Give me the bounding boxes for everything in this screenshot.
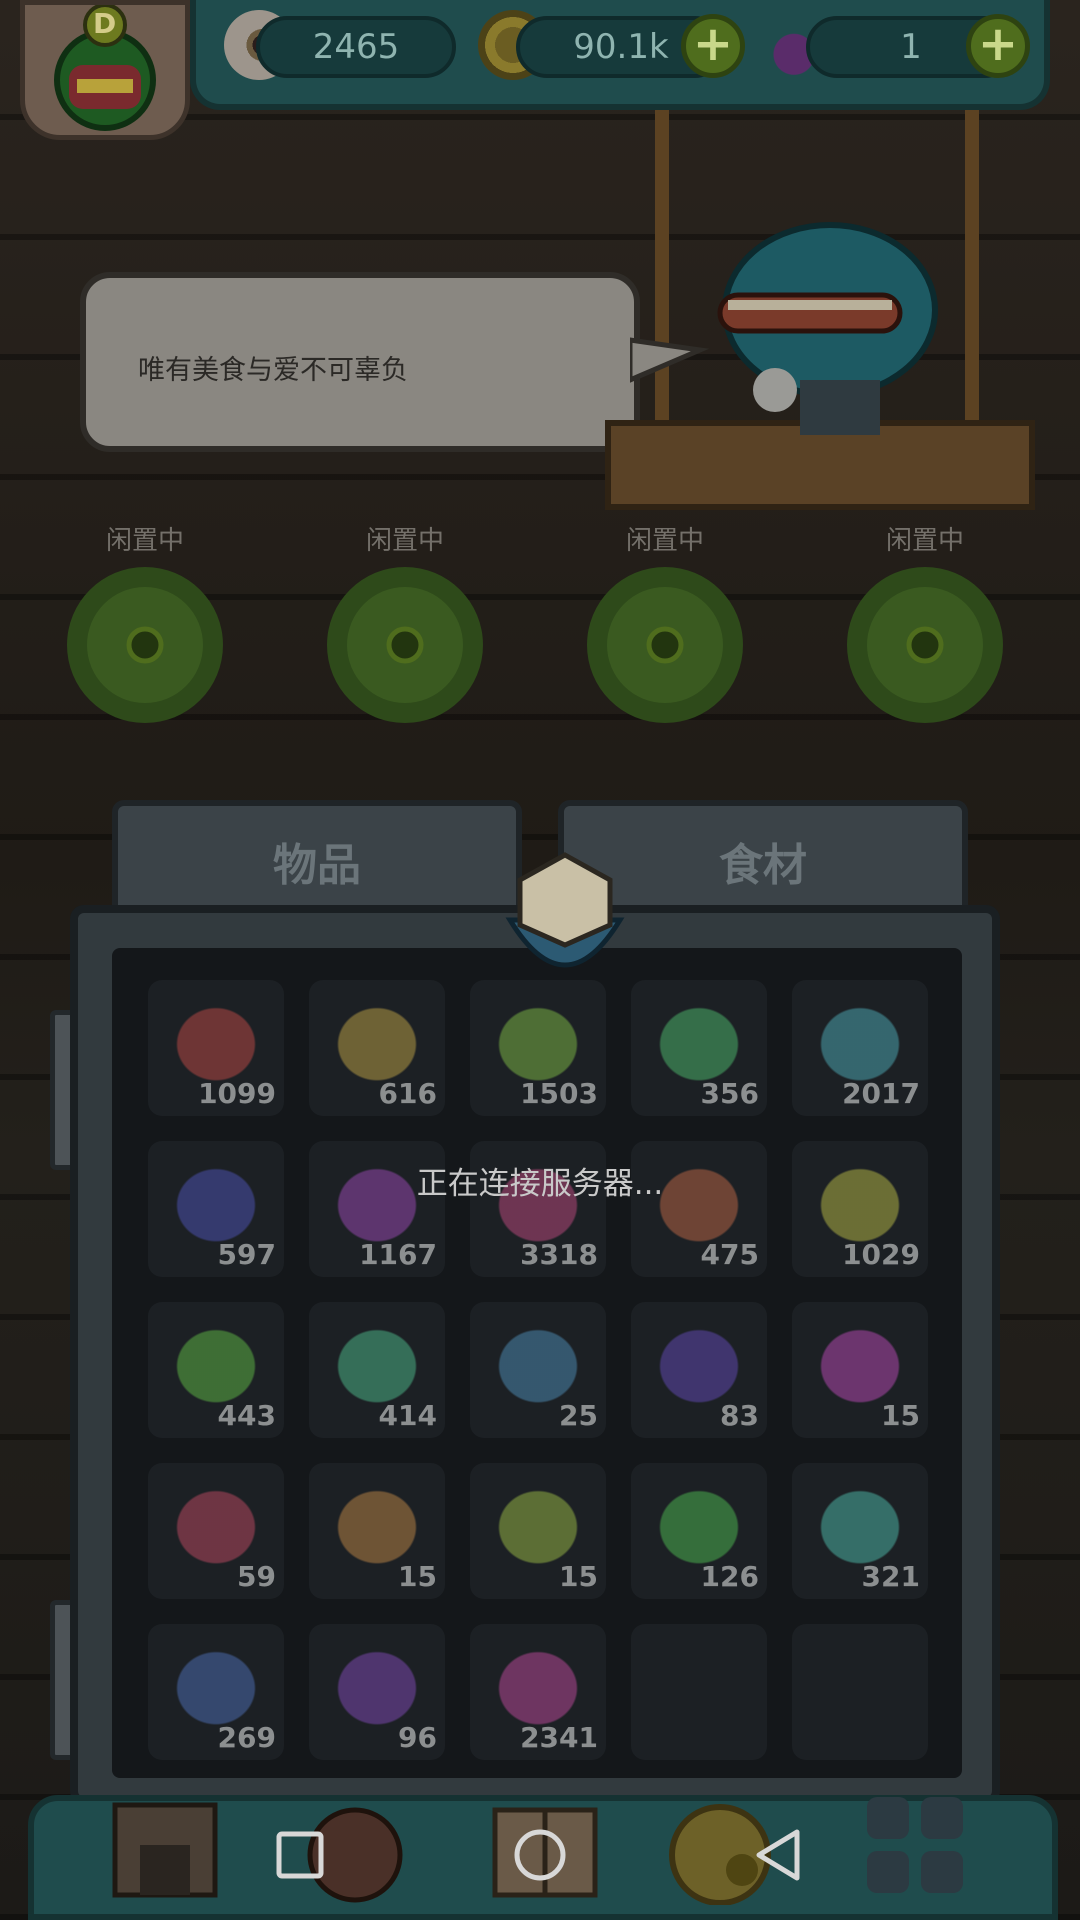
shell-icon <box>488 1481 588 1565</box>
cucumber-icon <box>810 1481 910 1565</box>
oyster-icon <box>649 1481 749 1565</box>
empty-slot <box>631 1624 767 1760</box>
ham-icon <box>166 1320 266 1404</box>
ingredient-slot[interactable]: 126 <box>631 1463 767 1599</box>
ingredient-count: 1167 <box>359 1238 437 1271</box>
egg-icon <box>488 998 588 1082</box>
ingredient-count: 414 <box>378 1399 437 1432</box>
ingredient-count: 1503 <box>520 1077 598 1110</box>
ingredient-slot[interactable]: 2017 <box>792 980 928 1116</box>
ingredient-slot[interactable]: 356 <box>631 980 767 1116</box>
ingredient-count: 15 <box>881 1399 920 1432</box>
ingredient-slot[interactable]: 96 <box>309 1624 445 1760</box>
onion-icon <box>649 1320 749 1404</box>
corn-icon <box>166 998 266 1082</box>
ingredient-count: 1029 <box>842 1238 920 1271</box>
cooking-station-4[interactable] <box>825 535 1025 735</box>
ingredient-slot[interactable]: 83 <box>631 1302 767 1438</box>
pumpkin-icon <box>327 1320 427 1404</box>
ingredient-slot[interactable]: 414 <box>309 1302 445 1438</box>
broccoli-icon <box>327 1642 427 1726</box>
ingredient-slot[interactable]: 616 <box>309 980 445 1116</box>
ingredient-count: 356 <box>700 1077 759 1110</box>
add-coins-button[interactable]: + <box>681 14 745 78</box>
ginseng-icon <box>327 1481 427 1565</box>
back-button[interactable] <box>745 1820 815 1890</box>
nav-shop-icon[interactable] <box>105 1785 225 1905</box>
eyes-counter: 2465 <box>256 16 456 78</box>
ingredient-count: 15 <box>398 1560 437 1593</box>
ingredient-count: 321 <box>861 1560 920 1593</box>
dialogue-text: 唯有美食与爱不可辜负 <box>138 355 408 386</box>
ingredient-count: 15 <box>559 1560 598 1593</box>
empty-slot <box>792 1624 928 1760</box>
ingredient-slot[interactable]: 1099 <box>148 980 284 1116</box>
recent-apps-button[interactable] <box>265 1820 335 1890</box>
ingredient-count: 616 <box>378 1077 437 1110</box>
ingredient-count: 3318 <box>520 1238 598 1271</box>
home-button[interactable] <box>505 1820 575 1890</box>
rice-icon <box>488 1642 588 1726</box>
coins-count: 90.1k <box>573 27 669 67</box>
ingredient-count: 83 <box>720 1399 759 1432</box>
carrot-icon <box>327 998 427 1082</box>
dice-bowl-icon <box>505 852 625 968</box>
lettuce-icon <box>810 998 910 1082</box>
speech-bubble-tail <box>630 337 710 383</box>
ingredient-count: 25 <box>559 1399 598 1432</box>
ingredient-count: 59 <box>237 1560 276 1593</box>
tab-items[interactable]: 物品 <box>112 800 522 920</box>
milk-icon <box>166 1481 266 1565</box>
ingredient-count: 2341 <box>520 1721 598 1754</box>
eyes-count: 2465 <box>312 27 400 67</box>
ingredient-slot[interactable]: 25 <box>470 1302 606 1438</box>
ingredient-slot[interactable]: 2341 <box>470 1624 606 1760</box>
ingredient-count: 96 <box>398 1721 437 1754</box>
steak-icon <box>488 1320 588 1404</box>
potions-count: 1 <box>900 27 922 67</box>
rope-right <box>965 110 979 430</box>
loading-message: 正在连接服务器... <box>416 1166 664 1202</box>
player-avatar[interactable]: D <box>20 0 190 140</box>
resource-bar: 2465 90.1k + 1 + <box>190 0 1050 110</box>
ingredient-slot[interactable]: 269 <box>148 1624 284 1760</box>
radish-icon <box>810 1320 910 1404</box>
rank-letter: D <box>93 7 117 40</box>
ingredient-count: 126 <box>700 1560 759 1593</box>
salmon-icon <box>649 998 749 1082</box>
ingredient-count: 2017 <box>842 1077 920 1110</box>
ingredient-slot[interactable]: 321 <box>792 1463 928 1599</box>
ingredient-slot[interactable]: 15 <box>792 1302 928 1438</box>
ingredient-slot[interactable]: 15 <box>470 1463 606 1599</box>
ingredient-count: 475 <box>700 1238 759 1271</box>
ingredient-slot[interactable]: 59 <box>148 1463 284 1599</box>
ingredient-slot[interactable]: 443 <box>148 1302 284 1438</box>
ingredient-slot[interactable]: 15 <box>309 1463 445 1599</box>
melon-icon <box>166 1642 266 1726</box>
cooking-station-1[interactable] <box>45 535 245 735</box>
ingredient-count: 443 <box>217 1399 276 1432</box>
add-potions-button[interactable]: + <box>966 14 1030 78</box>
ingredient-count: 269 <box>217 1721 276 1754</box>
ingredient-count: 1099 <box>198 1077 276 1110</box>
speech-bubble: 唯有美食与爱不可辜负 <box>80 272 640 452</box>
cooking-station-3[interactable] <box>565 535 765 735</box>
ingredient-count: 597 <box>217 1238 276 1271</box>
cooking-station-2[interactable] <box>305 535 505 735</box>
monster-chef[interactable] <box>700 200 960 440</box>
nav-menu-grid-icon[interactable] <box>855 1785 975 1905</box>
